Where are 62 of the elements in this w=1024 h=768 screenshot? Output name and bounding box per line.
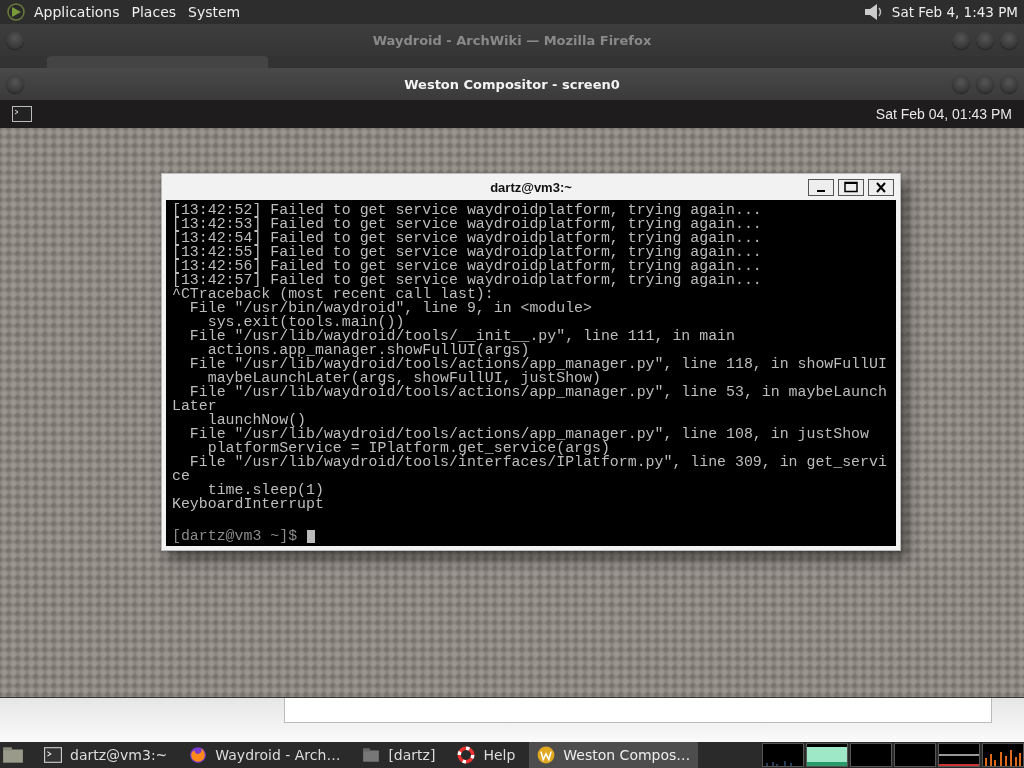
terminal-line: [13:42:56] Failed to get service waydroidplatform, trying again... [172,259,762,273]
terminal-line: Later [172,399,217,413]
folder-icon[interactable] [2,746,24,764]
lifebuoy-icon [457,746,476,764]
taskbar-item[interactable]: Weston Compos… [529,742,699,768]
taskbar-item[interactable]: dartz@vm3:~ [36,742,176,768]
terminal-line: launchNow() [207,413,307,427]
window-button[interactable] [952,75,970,93]
window-button[interactable] [6,75,24,93]
terminal-icon [44,746,62,764]
fox-globe-icon [189,746,208,764]
panel-menu[interactable]: Applications [34,4,120,20]
monitor-graph [982,743,1024,767]
taskbar-item[interactable]: [dartz] [354,742,444,768]
terminal-line: [13:42:57] Failed to get service waydroidplatform, trying again... [172,273,762,287]
window-button[interactable] [976,75,994,93]
panel-menu[interactable]: Places [131,4,177,20]
monitor-graph [762,743,804,767]
window-title: Weston Compositor - screen0 [404,76,620,92]
terminal-line: maybeLaunchLater(args, showFullUI, justShow) [207,371,601,385]
window-title: Waydroid - ArchWiki — Mozilla Firefox [372,32,652,48]
terminal-line: [13:42:55] Failed to get service waydroidplatform, trying again... [172,245,762,259]
taskbar-item[interactable]: Waydroid - Arch… [181,742,349,768]
terminal-line: File "/usr/lib/waydroid/tools/actions/app_manager.py", line 53, in maybeLaunch [188,385,887,399]
terminal-line: actions.app_manager.showFullUI(args) [207,343,530,357]
monitor-graph [938,743,980,767]
window-button[interactable] [1000,75,1018,93]
panel-clock[interactable]: Sat Feb 4, 1:43 PM [891,4,1018,20]
terminal-icon[interactable] [12,106,32,122]
taskbar-item[interactable]: Help [449,742,524,768]
shell-prompt: [dartz@vm3 ~]$ [172,529,298,543]
terminal-line: sys.exit(tools.main()) [207,315,405,329]
terminal-line: ce [172,469,190,483]
window-button[interactable] [952,31,970,49]
maximize-icon[interactable] [838,178,864,196]
terminal-line: [13:42:54] Failed to get service waydroidplatform, trying again... [172,231,762,245]
close-icon[interactable] [868,178,894,196]
folder-icon [362,746,381,764]
window-button[interactable] [6,31,24,49]
terminal-line: time.sleep(1) [207,483,324,497]
window-title: dartz@vm3:~ [490,179,572,195]
weston-icon [537,746,556,764]
panel-clock: Sat Feb 04, 01:43 PM [875,106,1012,122]
monitor-graph [850,743,892,767]
minimize-icon[interactable] [808,178,834,196]
terminal-line: File "/usr/lib/waydroid/tools/interfaces/IPlatform.py", line 309, in get_servi [188,455,887,469]
monitor-graph [806,743,848,767]
text-cursor [307,529,316,543]
terminal-line: [13:42:53] Failed to get service waydroidplatform, trying again... [172,217,762,231]
terminal-line: [13:42:52] Failed to get service waydroidplatform, trying again... [172,203,762,217]
window-button[interactable] [1000,31,1018,49]
window-button[interactable] [976,31,994,49]
menu-logo-icon[interactable] [6,2,26,22]
terminal-line: File "/usr/bin/waydroid", line 9, in <module> [188,301,592,315]
terminal-line: File "/usr/lib/waydroid/tools/__init__.py", line 111, in main [188,329,735,343]
terminal-line: File "/usr/lib/waydroid/tools/actions/app_manager.py", line 118, in showFullUI [188,357,887,371]
terminal-line: File "/usr/lib/waydroid/tools/actions/app_manager.py", line 108, in justShow [188,427,869,441]
terminal-line: ^CTraceback (most recent call last): [172,287,494,301]
panel-menu[interactable]: System [188,4,241,20]
monitor-graph [894,743,936,767]
terminal-line: platformService = IPlatform.get_service(args) [207,441,610,455]
terminal-line: KeyboardInterrupt [172,497,324,511]
